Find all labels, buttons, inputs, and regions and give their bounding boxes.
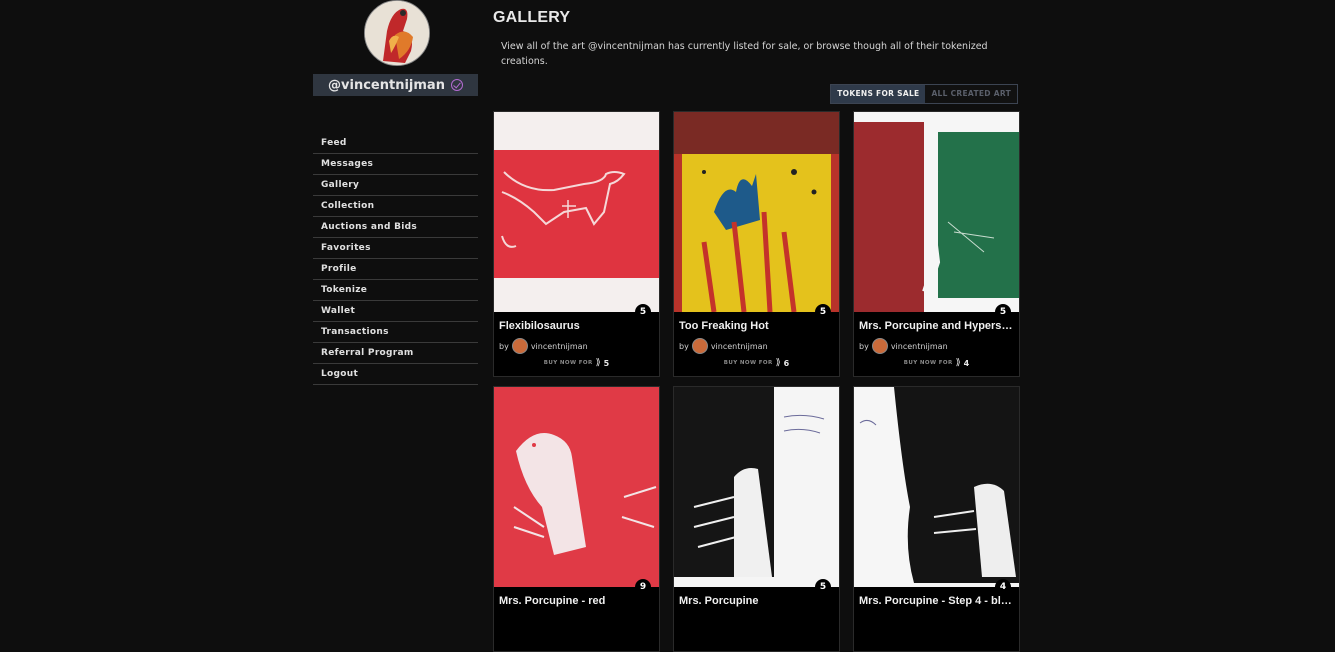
sidebar-item-transactions[interactable]: Transactions	[313, 322, 478, 343]
art-card[interactable]: 5 Mrs. Porcupine	[673, 386, 840, 652]
artist-name[interactable]: vincentnijman	[531, 342, 588, 351]
artwork-image[interactable]	[674, 387, 839, 587]
edition-count-badge: 5	[815, 579, 831, 595]
buy-now-label: BUY NOW FOR	[543, 360, 593, 366]
card-title[interactable]: Mrs. Porcupine - Step 4 - black	[859, 595, 1014, 607]
price-row[interactable]: BUY NOW FOR ⟫ 5	[494, 358, 659, 368]
artist-avatar[interactable]	[511, 338, 528, 354]
artwork-image[interactable]	[494, 112, 659, 312]
art-card[interactable]: 4 Mrs. Porcupine - Step 4 - black	[853, 386, 1020, 652]
sidebar-nav: Feed Messages Gallery Collection Auction…	[313, 133, 478, 385]
username: @vincentnijman	[328, 77, 445, 93]
sidebar-item-tokenize[interactable]: Tokenize	[313, 280, 478, 301]
sidebar-item-referral-program[interactable]: Referral Program	[313, 343, 478, 364]
sidebar-item-profile[interactable]: Profile	[313, 259, 478, 280]
artwork-image[interactable]	[494, 387, 659, 587]
buy-now-label: BUY NOW FOR	[903, 360, 953, 366]
artwork-image[interactable]	[854, 387, 1019, 587]
hive-coin-icon: ⟫	[955, 358, 961, 368]
sidebar-item-messages[interactable]: Messages	[313, 154, 478, 175]
card-title[interactable]: Too Freaking Hot	[679, 320, 834, 332]
card-title[interactable]: Flexibilosaurus	[499, 320, 654, 332]
sidebar-item-gallery[interactable]: Gallery	[313, 175, 478, 196]
price-value: 6	[783, 358, 790, 368]
edition-count-badge: 5	[995, 304, 1011, 320]
price-value: 5	[603, 358, 610, 368]
art-card[interactable]: 5 Too Freaking Hot by vincentnijman BUY …	[673, 111, 840, 377]
edition-count-badge: 5	[815, 304, 831, 320]
sidebar-item-wallet[interactable]: Wallet	[313, 301, 478, 322]
edition-count-badge: 4	[995, 579, 1011, 595]
page-title: GALLERY	[493, 9, 571, 26]
card-byline: by vincentnijman	[679, 338, 768, 354]
edition-count-badge: 5	[635, 304, 651, 320]
card-byline: by vincentnijman	[499, 338, 588, 354]
profile-avatar[interactable]	[364, 0, 430, 66]
card-title[interactable]: Mrs. Porcupine	[679, 595, 834, 607]
sidebar: @vincentnijman Feed Messages Gallery Col…	[313, 0, 478, 385]
art-card[interactable]: 9 Mrs. Porcupine - red	[493, 386, 660, 652]
price-row[interactable]: BUY NOW FOR ⟫ 4	[854, 358, 1019, 368]
price-value: 4	[963, 358, 970, 368]
sidebar-item-logout[interactable]: Logout	[313, 364, 478, 385]
gallery-intro: View all of the art @vincentnijman has c…	[501, 41, 988, 67]
sidebar-item-feed[interactable]: Feed	[313, 133, 478, 154]
artwork-image[interactable]	[674, 112, 839, 312]
by-label: by	[679, 341, 689, 351]
card-title[interactable]: Mrs. Porcupine - red	[499, 595, 654, 607]
tab-tokens-for-sale[interactable]: TOKENS FOR SALE	[831, 85, 926, 103]
verified-icon	[450, 79, 463, 91]
hive-coin-icon: ⟫	[595, 358, 601, 368]
artist-name[interactable]: vincentnijman	[711, 342, 768, 351]
artist-avatar[interactable]	[871, 338, 888, 354]
sidebar-item-collection[interactable]: Collection	[313, 196, 478, 217]
artwork-image[interactable]	[854, 112, 1019, 312]
username-bar: @vincentnijman	[313, 74, 478, 96]
sidebar-item-favorites[interactable]: Favorites	[313, 238, 478, 259]
art-card[interactable]: 5 Mrs. Porcupine and Hypersens... by vin…	[853, 111, 1020, 377]
gallery-tabs: TOKENS FOR SALE ALL CREATED ART	[830, 84, 1018, 104]
artist-name[interactable]: vincentnijman	[891, 342, 948, 351]
hive-coin-icon: ⟫	[775, 358, 781, 368]
by-label: by	[859, 341, 869, 351]
edition-count-badge: 9	[635, 579, 651, 595]
art-card[interactable]: 5 Flexibilosaurus by vincentnijman BUY N…	[493, 111, 660, 377]
by-label: by	[499, 341, 509, 351]
buy-now-label: BUY NOW FOR	[723, 360, 773, 366]
card-byline: by vincentnijman	[859, 338, 948, 354]
price-row[interactable]: BUY NOW FOR ⟫ 6	[674, 358, 839, 368]
artist-avatar[interactable]	[691, 338, 708, 354]
tab-all-created-art[interactable]: ALL CREATED ART	[925, 85, 1017, 103]
sidebar-item-auctions-and-bids[interactable]: Auctions and Bids	[313, 217, 478, 238]
card-title[interactable]: Mrs. Porcupine and Hypersens...	[859, 320, 1014, 332]
